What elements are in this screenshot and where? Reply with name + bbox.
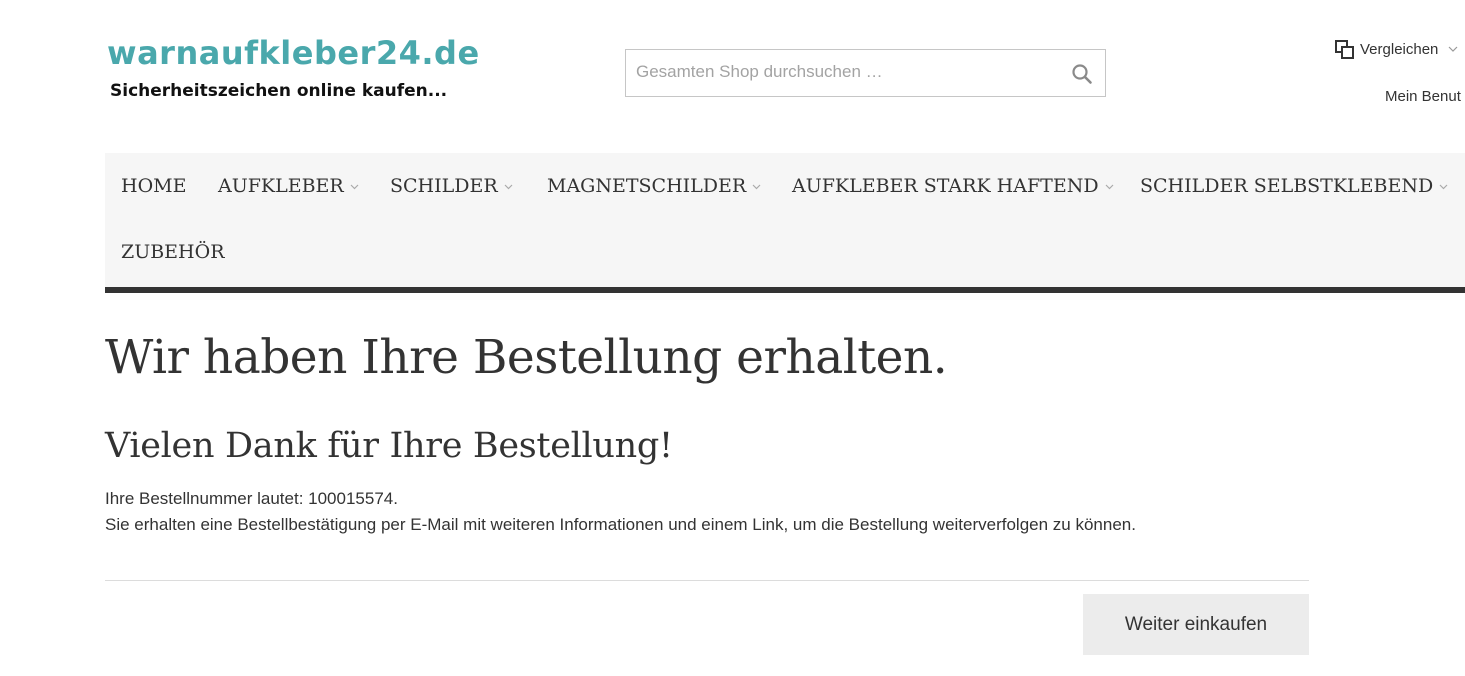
nav-item-label: SCHILDER SELBSTKLEBEND	[1140, 175, 1434, 197]
page: warnaufkleber24.de Sicherheitszeichen on…	[0, 0, 1465, 676]
order-number-text: Ihre Bestellnummer lautet: 100015574.	[105, 489, 398, 508]
chevron-down-icon	[1439, 184, 1448, 189]
nav-item-label: ZUBEHÖR	[121, 241, 225, 263]
nav-item-schilder[interactable]: SCHILDER	[390, 174, 513, 198]
nav-item-label: SCHILDER	[390, 175, 498, 197]
logo-title: warnaufkleber24.de	[107, 34, 480, 72]
chevron-down-icon	[1448, 46, 1458, 52]
nav-item-aufkleber-stark-haftend[interactable]: AUFKLEBER STARK HAFTEND	[792, 174, 1114, 198]
continue-shopping-button[interactable]: Weiter einkaufen	[1083, 594, 1309, 655]
nav-item-magnetschilder[interactable]: MAGNETSCHILDER	[547, 174, 761, 198]
nav-item-aufkleber[interactable]: AUFKLEBER	[218, 174, 359, 198]
nav-item-schilder-selbstklebend[interactable]: SCHILDER SELBSTKLEBEND	[1140, 174, 1448, 198]
search-box	[625, 49, 1106, 97]
site-logo[interactable]: warnaufkleber24.de Sicherheitszeichen on…	[107, 34, 480, 101]
compare-link[interactable]: Vergleichen	[1334, 38, 1458, 60]
chevron-down-icon	[350, 184, 359, 189]
nav-item-home[interactable]: HOME	[121, 174, 186, 198]
chevron-down-icon	[504, 184, 513, 189]
chevron-down-icon	[1105, 184, 1113, 189]
nav-item-label: MAGNETSCHILDER	[547, 175, 747, 197]
thank-you-heading: Vielen Dank für Ihre Bestellung!	[105, 426, 673, 466]
divider	[105, 580, 1309, 581]
confirmation-text: Sie erhalten eine Bestellbestätigung per…	[105, 515, 1136, 534]
search-icon[interactable]	[1071, 63, 1093, 85]
compare-icon	[1335, 40, 1354, 59]
nav-item-label: AUFKLEBER STARK HAFTEND	[792, 175, 1099, 197]
nav-item-label: HOME	[121, 175, 187, 197]
nav-item-zubehoer[interactable]: ZUBEHÖR	[121, 240, 225, 264]
main-navigation: HOME AUFKLEBER SCHILDER MAGNETSCHILDER A…	[105, 153, 1465, 293]
account-link[interactable]: Mein Benut	[1385, 88, 1461, 105]
search-input[interactable]	[626, 50, 1056, 94]
nav-item-label: AUFKLEBER	[218, 175, 344, 197]
compare-label: Vergleichen	[1360, 40, 1439, 58]
chevron-down-icon	[752, 184, 761, 189]
logo-subtitle: Sicherheitszeichen online kaufen...	[110, 81, 448, 101]
page-title: Wir haben Ihre Bestellung erhalten.	[105, 330, 948, 385]
